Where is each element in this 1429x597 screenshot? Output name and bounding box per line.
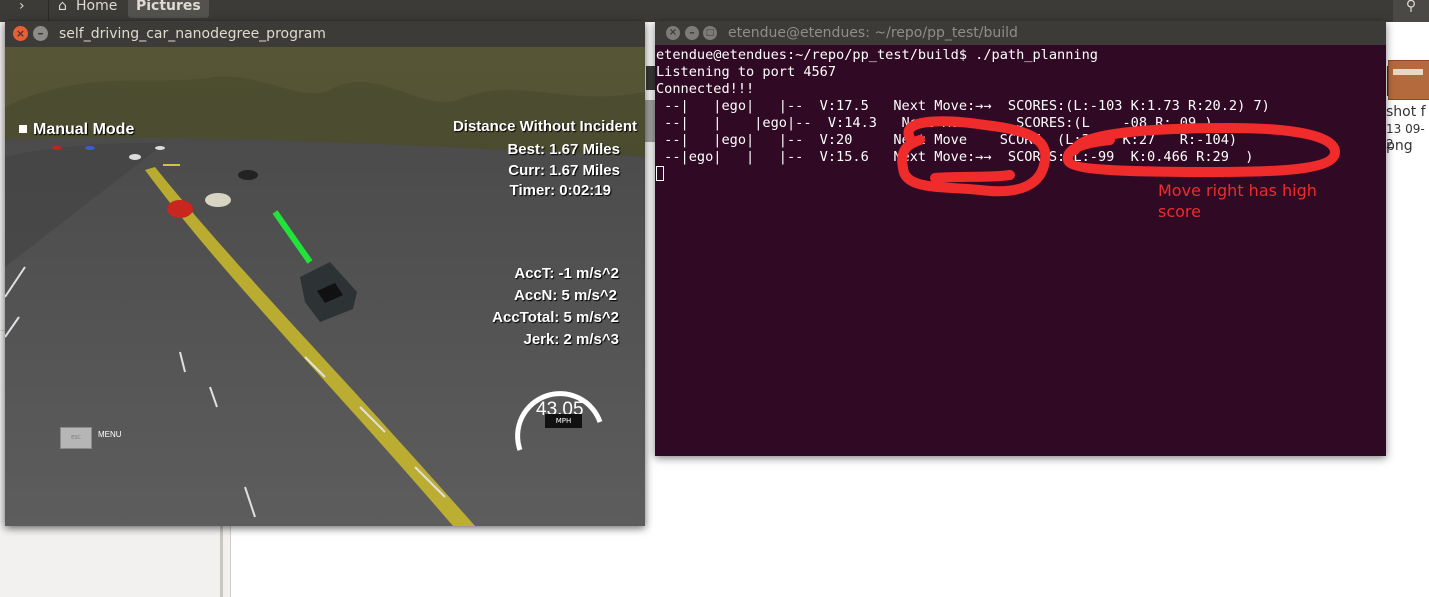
terminal-output[interactable]: etendue@etendues:~/repo/pp_test/build$ .… (655, 47, 1386, 456)
terminal-line: --| |ego| |-- V:17.5 Next Move:→→ SCORES… (656, 98, 1270, 114)
terminal-line: Connected!!! (656, 81, 755, 97)
breadcrumb-home[interactable]: ⌂ Home (50, 0, 124, 18)
file-label-line-1[interactable]: shot f (1386, 104, 1426, 121)
npc-car (167, 200, 193, 218)
npc-car (52, 146, 62, 150)
current-distance: Curr: 1.67 Miles (508, 162, 620, 179)
window-title: self_driving_car_nanodegree_program (59, 26, 326, 42)
file-label-line-3[interactable]: png (1386, 138, 1413, 154)
close-icon[interactable]: × (666, 26, 680, 40)
distance-title: Distance Without Incident (452, 118, 637, 135)
npc-car (85, 146, 95, 150)
mode-indicator-icon (19, 125, 27, 133)
file-thumbnail[interactable] (1388, 60, 1429, 100)
terminal-line: etendue@etendues:~/repo/pp_test/build$ .… (656, 47, 1098, 63)
terminal-cursor (656, 166, 664, 181)
terminal-titlebar[interactable]: × – □ etendue@etendues: ~/repo/pp_test/b… (655, 21, 1386, 45)
npc-car (238, 170, 258, 180)
terminal-line: --| | |ego|-- V:14.3 Next Move:←← SCORES… (656, 115, 1213, 131)
acc-t: AccT: -1 m/s^2 (514, 265, 619, 282)
close-icon[interactable]: × (13, 26, 28, 41)
annotation-text: Move right has high score (1158, 181, 1317, 221)
jerk: Jerk: 2 m/s^3 (523, 331, 620, 348)
back-button[interactable]: › (0, 0, 49, 22)
file-manager-toolbar: › ⌂ Home Pictures ⚲ (0, 0, 1429, 22)
chevron-right-icon: › (19, 0, 25, 14)
terminal-line: --|ego| | |-- V:15.6 Next Move:→→ SCORES… (656, 149, 1254, 165)
breadcrumb-pictures[interactable]: Pictures (128, 0, 209, 18)
maximize-icon[interactable]: □ (703, 26, 717, 40)
npc-car (155, 146, 165, 150)
terminal-line: Listening to port 4567 (656, 64, 837, 80)
search-icon[interactable]: ⚲ (1393, 0, 1429, 22)
breadcrumb-home-label: Home (76, 0, 118, 14)
best-distance: Best: 1.67 Miles (507, 141, 620, 158)
simulator-titlebar[interactable]: × – self_driving_car_nanodegree_program (5, 21, 645, 47)
menu-label: MENU (98, 430, 122, 439)
terminal-window: × – □ etendue@etendues: ~/repo/pp_test/b… (655, 21, 1386, 456)
npc-car (205, 193, 231, 207)
timer: Timer: 0:02:19 (509, 182, 611, 199)
mode-label: Manual Mode (33, 121, 135, 138)
menu-key-button[interactable]: ESC (60, 427, 92, 449)
terminal-line: --| |ego| |-- V:20 Next Move SCORE (L:30… (656, 132, 1238, 148)
acc-total: AccTotal: 5 m/s^2 (492, 309, 619, 326)
npc-car (129, 154, 141, 160)
speed-unit: MPH (545, 414, 582, 428)
acc-n: AccN: 5 m/s^2 (514, 287, 617, 304)
simulator-window: × – self_driving_car_nanodegree_program (5, 21, 645, 526)
terminal-title: etendue@etendues: ~/repo/pp_test/build (728, 25, 1018, 41)
home-icon: ⌂ (58, 0, 67, 14)
simulator-scene: Manual Mode Distance Without Incident Be… (5, 47, 645, 526)
minimize-icon[interactable]: – (33, 26, 48, 41)
minimize-icon[interactable]: – (685, 26, 699, 40)
